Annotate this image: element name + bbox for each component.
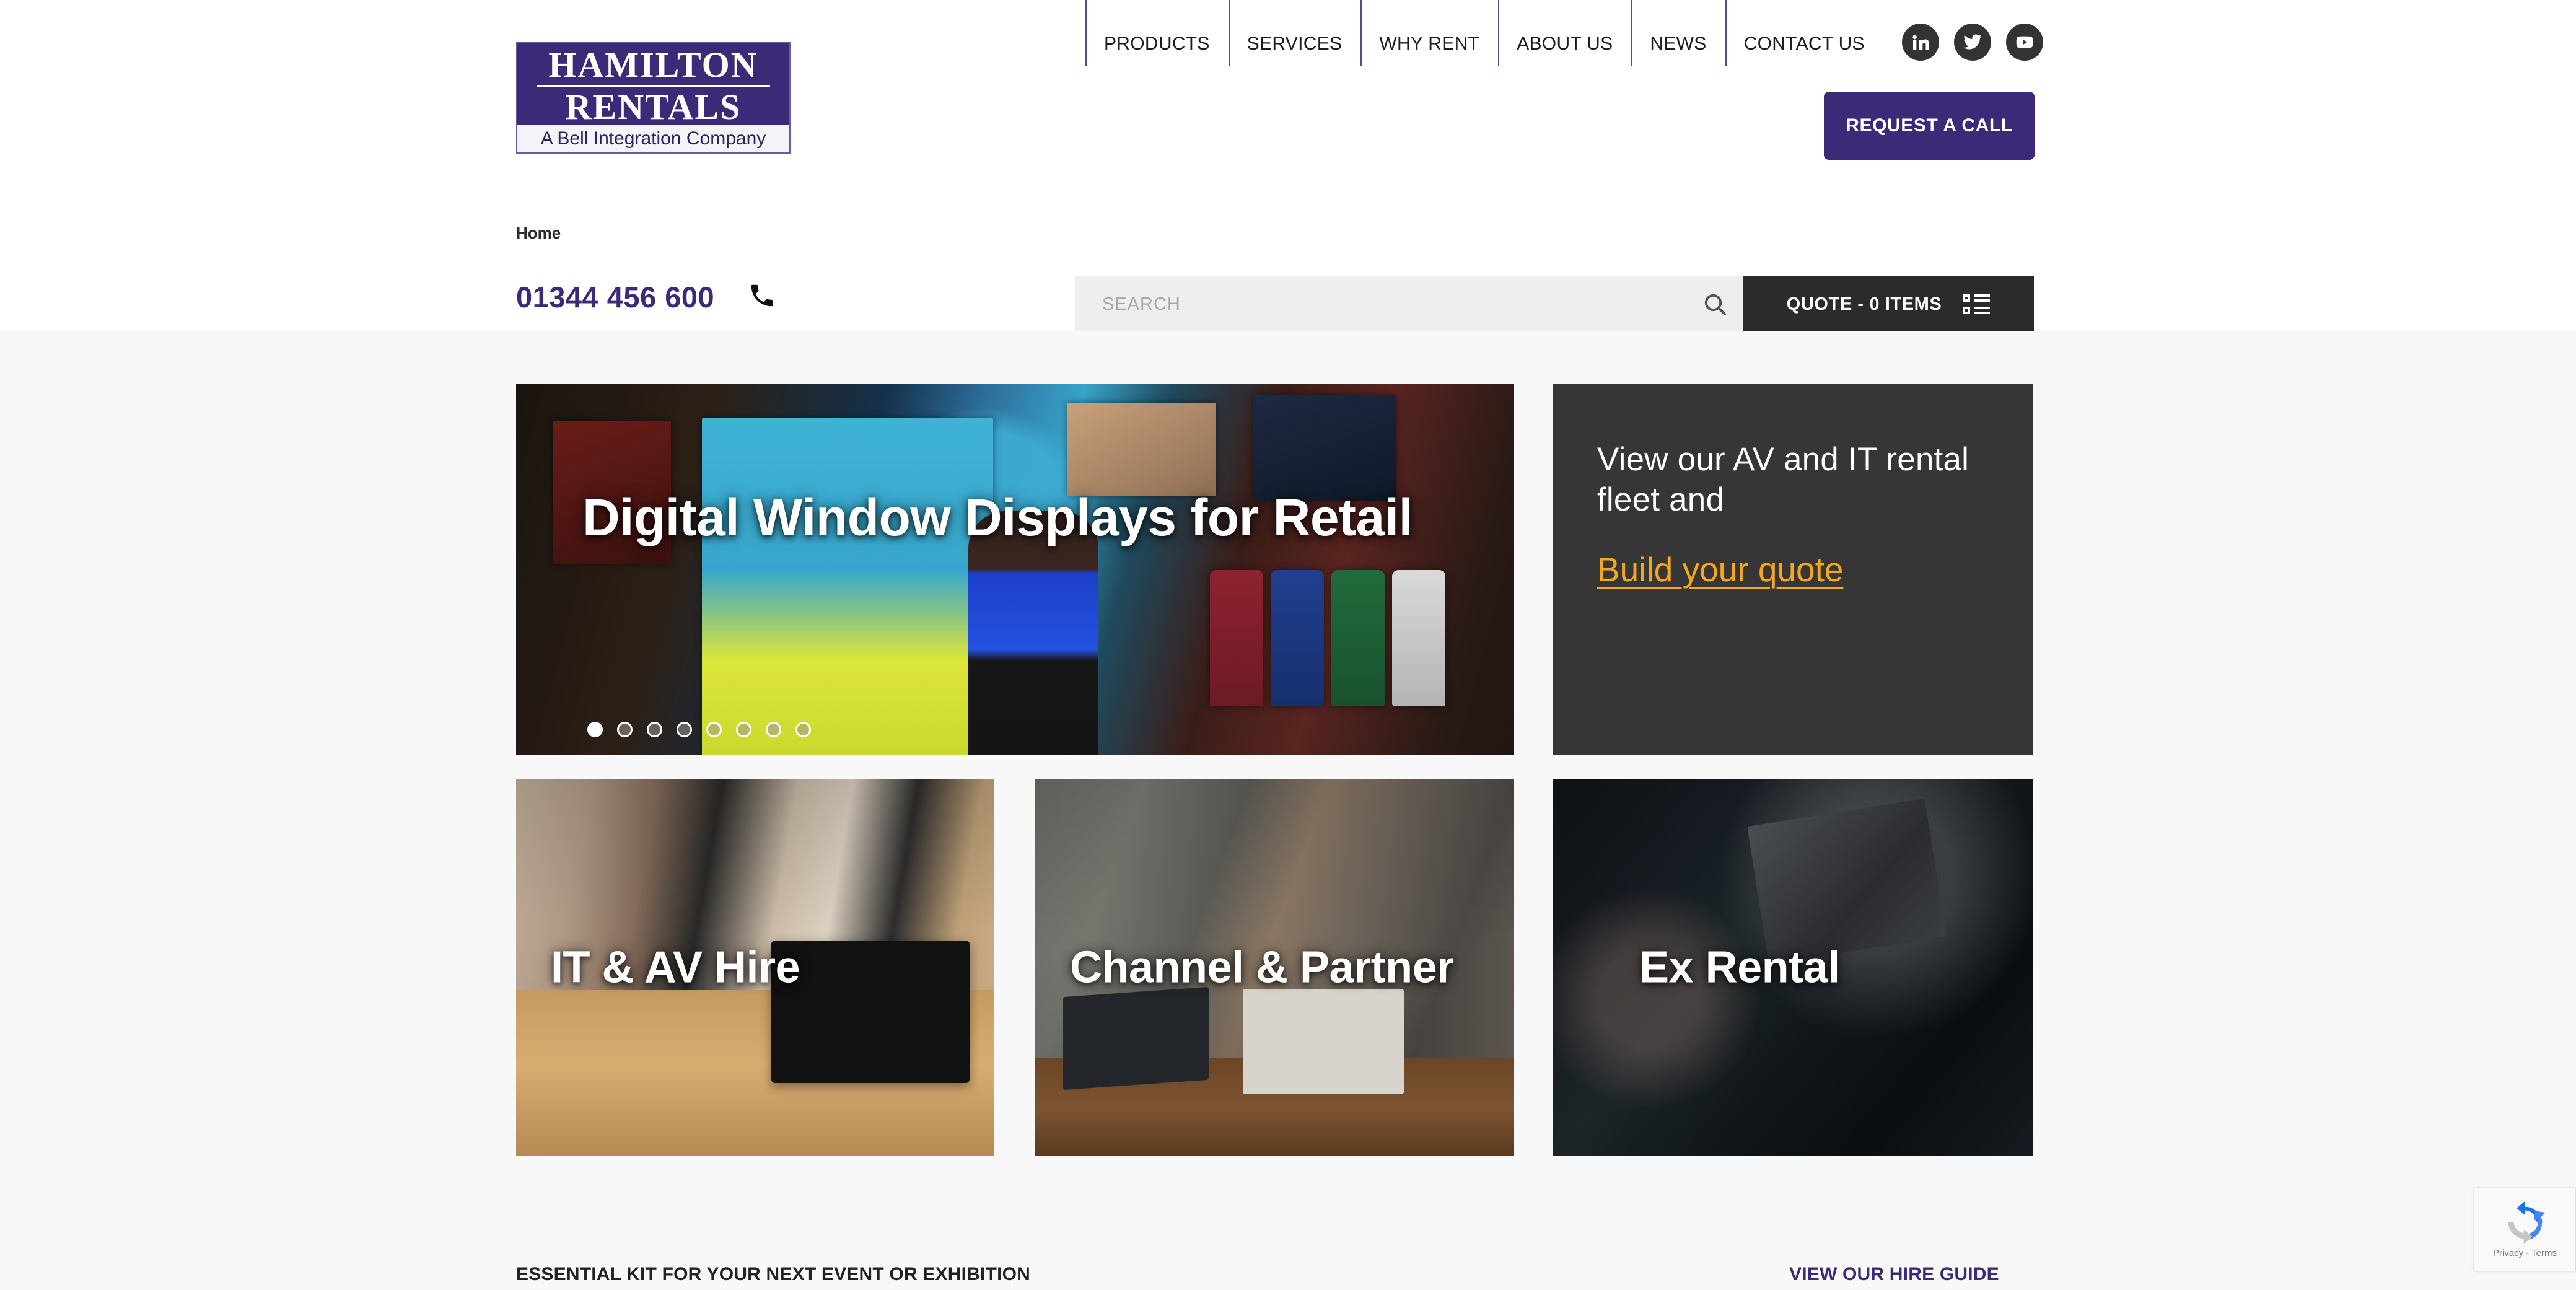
hero-jersey-2 (1271, 570, 1324, 706)
carousel-dot-2[interactable] (617, 722, 633, 737)
build-your-quote-link[interactable]: Build your quote (1597, 550, 1844, 589)
carousel-dot-5[interactable] (706, 722, 722, 737)
carousel-dot-7[interactable] (766, 722, 781, 737)
carousel-dot-1[interactable] (587, 722, 603, 737)
nav-item-news[interactable]: NEWS (1631, 0, 1725, 66)
recaptcha-terms: Privacy - Terms (2492, 1248, 2557, 1258)
card-channel-partner-caption: Channel & Partner (1070, 942, 1454, 993)
recaptcha-badge[interactable]: Privacy - Terms (2474, 1188, 2576, 1271)
card-it-av-hire[interactable]: IT & AV Hire (516, 779, 994, 1156)
nav-item-why-rent[interactable]: WHY RENT (1360, 0, 1498, 66)
carousel-dot-8[interactable] (795, 722, 811, 737)
essential-kit-title: ESSENTIAL KIT FOR YOUR NEXT EVENT OR EXH… (516, 1264, 1031, 1284)
main-navigation: PRODUCTS SERVICES WHY RENT ABOUT US NEWS… (1085, 0, 1883, 66)
social-links (1902, 24, 2043, 61)
carousel-dot-6[interactable] (736, 722, 751, 737)
hero-figure (968, 511, 1098, 755)
logo-tagline: A Bell Integration Company (517, 125, 789, 152)
phone-number[interactable]: 01344 456 600 (516, 280, 714, 314)
site-logo[interactable]: HAMILTON RENTALS A Bell Integration Comp… (516, 42, 791, 154)
hero-screen-top (1067, 403, 1216, 496)
carousel-dot-4[interactable] (677, 722, 692, 737)
card-ex-rental-caption: Ex Rental (1639, 942, 1840, 993)
carousel-dot-3[interactable] (647, 722, 662, 737)
promo-text: View our AV and IT rental fleet and (1597, 441, 1969, 518)
hero-jersey-1 (1210, 570, 1263, 706)
site-header: HAMILTON RENTALS A Bell Integration Comp… (0, 0, 2576, 332)
view-hire-guide-link[interactable]: VIEW OUR HIRE GUIDE (1789, 1264, 1999, 1285)
nav-item-contact-us[interactable]: CONTACT US (1725, 0, 1883, 66)
hero-title: Digital Window Displays for Retail (582, 488, 1413, 546)
card-channel-partner[interactable]: Channel & Partner (1035, 779, 1514, 1156)
search-icon[interactable] (1687, 292, 1743, 317)
hero-display-panel (702, 418, 1098, 755)
hero-screen-top-2 (1253, 395, 1396, 501)
card-chip-detail (1747, 798, 1947, 965)
carousel-dots (587, 722, 811, 737)
promo-panel: View our AV and IT rental fleet and Buil… (1553, 384, 2033, 755)
phone-icon[interactable] (748, 281, 776, 313)
request-a-call-button[interactable]: REQUEST A CALL (1824, 92, 2035, 160)
nav-item-services[interactable]: SERVICES (1228, 0, 1361, 66)
search-input[interactable] (1075, 294, 1687, 315)
nav-item-products[interactable]: PRODUCTS (1085, 0, 1229, 66)
phone-contact: 01344 456 600 (516, 280, 776, 314)
page-body: Digital Window Displays for Retail View … (0, 331, 2576, 1290)
quote-button[interactable]: QUOTE - 0 ITEMS (1743, 276, 2034, 332)
twitter-icon[interactable] (1954, 24, 1991, 61)
hero-carousel[interactable]: Digital Window Displays for Retail (516, 384, 1514, 755)
breadcrumb[interactable]: Home (516, 224, 561, 243)
logo-line-2: RENTALS (565, 87, 742, 127)
linkedin-icon[interactable] (1902, 24, 1939, 61)
card-laptop-right-detail (1243, 989, 1404, 1094)
logo-line-1: HAMILTON (548, 45, 758, 85)
card-it-av-hire-caption: IT & AV Hire (551, 942, 800, 993)
card-ex-rental[interactable]: Ex Rental (1553, 779, 2033, 1156)
nav-item-about-us[interactable]: ABOUT US (1498, 0, 1631, 66)
card-laptop-left-detail (1063, 986, 1209, 1090)
hero-jersey-4 (1392, 570, 1445, 706)
youtube-icon[interactable] (2006, 24, 2043, 61)
logo-wordmark: HAMILTON RENTALS (517, 43, 789, 125)
search-box[interactable] (1075, 276, 1743, 332)
quote-label: QUOTE - 0 ITEMS (1786, 294, 1942, 314)
list-icon (1963, 293, 1991, 315)
hero-jersey-3 (1331, 570, 1385, 706)
recaptcha-icon (2507, 1201, 2545, 1244)
